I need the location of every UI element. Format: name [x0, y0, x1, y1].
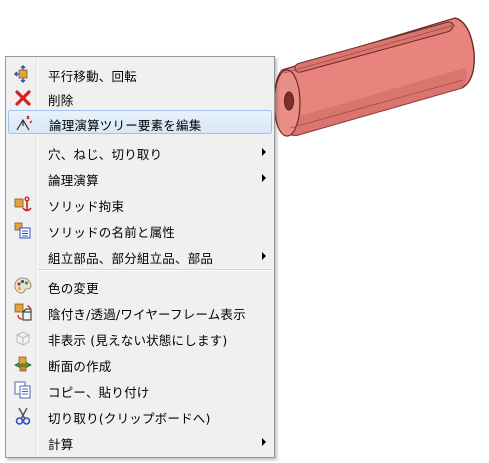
menu-item-label: 組立部品、部分組立品、部品 — [48, 251, 214, 266]
menu-item-copy-paste[interactable]: コピー、貼り付け — [8, 378, 272, 402]
section-icon — [14, 356, 32, 372]
menu-item-cut[interactable]: 切り取り(クリップボードへ) — [8, 404, 272, 428]
menu-item-create-section[interactable]: 断面の作成 — [8, 352, 272, 376]
menu-item-label: 計算 — [48, 437, 74, 452]
menu-item-label: 削除 — [48, 93, 74, 108]
submenu-arrow-icon — [262, 438, 266, 446]
menu-item-label: 平行移動、回転 — [48, 69, 137, 84]
menu-item-holes-threads[interactable]: 穴、ねじ、切り取り — [8, 140, 272, 164]
display-mode-icon — [14, 303, 32, 321]
menu-item-label: 切り取り(クリップボードへ) — [48, 411, 211, 426]
menu-separator — [38, 269, 272, 271]
menu-item-assembly[interactable]: 組立部品、部分組立品、部品 — [8, 244, 272, 268]
delete-icon — [15, 90, 31, 106]
menu-item-label: 穴、ねじ、切り取り — [48, 147, 163, 162]
submenu-arrow-icon — [262, 174, 266, 182]
menu-item-calculate[interactable]: 計算 — [8, 430, 272, 454]
menu-item-edit-boolean-tree[interactable]: 論理演算ツリー要素を編集 — [8, 110, 272, 134]
anchor-icon — [14, 196, 32, 212]
menu-item-change-color[interactable]: 色の変更 — [8, 274, 272, 298]
hide-icon — [16, 331, 30, 346]
menu-item-solid-name-attributes[interactable]: ソリッドの名前と属性 — [8, 218, 272, 242]
menu-item-label: ソリッド拘束 — [48, 199, 125, 214]
menu-item-display-mode[interactable]: 陰付き/透過/ワイヤーフレーム表示 — [8, 300, 272, 324]
menu-item-label: 断面の作成 — [48, 359, 112, 374]
palette-icon — [14, 277, 32, 294]
submenu-arrow-icon — [262, 148, 266, 156]
menu-item-move-rotate[interactable]: 平行移動、回転 — [8, 62, 272, 86]
menu-item-boolean[interactable]: 論理演算 — [8, 166, 272, 190]
submenu-arrow-icon — [262, 252, 266, 260]
menu-item-label: 色の変更 — [48, 281, 99, 296]
move-rotate-icon — [14, 65, 28, 83]
menu-item-label: 非表示 (見えない状態にします) — [48, 333, 228, 348]
scissors-icon — [15, 407, 31, 425]
menu-item-label: コピー、貼り付け — [48, 385, 150, 400]
properties-icon — [14, 222, 31, 239]
menu-item-delete[interactable]: 削除 — [8, 86, 272, 110]
menu-item-label: 論理演算ツリー要素を編集 — [49, 118, 202, 133]
menu-item-solid-constraint[interactable]: ソリッド拘束 — [8, 192, 272, 216]
tree-edit-icon — [16, 115, 33, 131]
menu-item-label: 論理演算 — [48, 173, 99, 188]
copy-paste-icon — [14, 381, 31, 399]
context-menu: 平行移動、回転 削除 論理演算ツリー要素を編集 穴、ねじ、切り取り 論理演算 ソ… — [5, 56, 275, 458]
menu-item-label: 陰付き/透過/ワイヤーフレーム表示 — [48, 307, 246, 322]
menu-item-hide[interactable]: 非表示 (見えない状態にします) — [8, 326, 272, 350]
menu-item-label: ソリッドの名前と属性 — [48, 225, 176, 240]
